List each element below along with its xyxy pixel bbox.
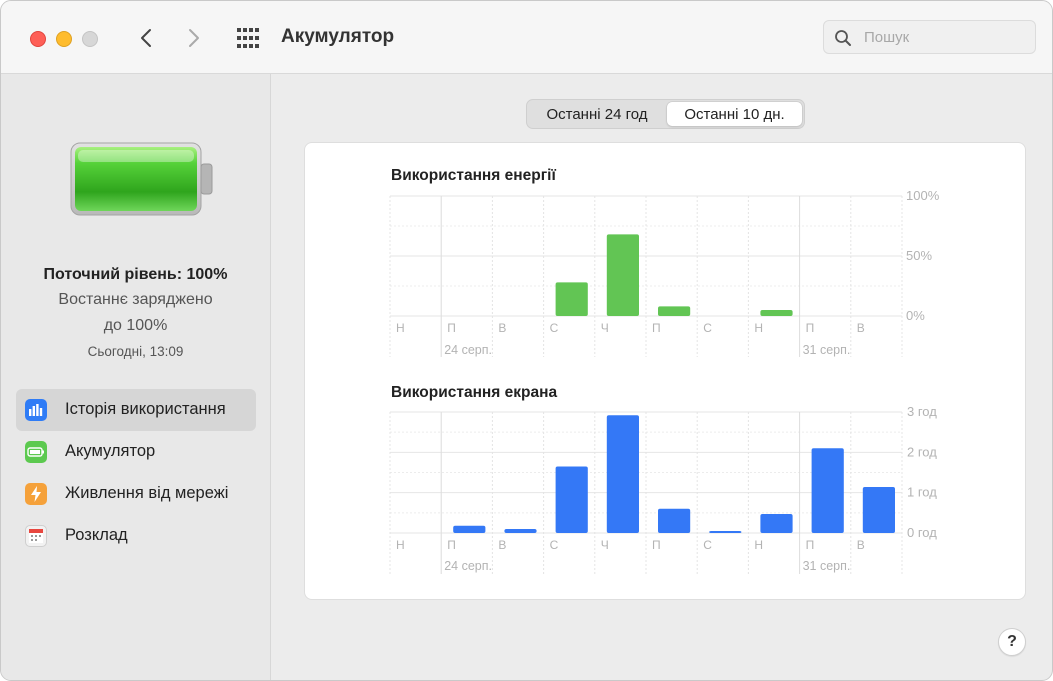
minimize-button[interactable] [56, 31, 72, 47]
last-charged-label: Востаннє заряджено [58, 291, 213, 308]
battery-icon [25, 441, 47, 463]
sidebar-item-label: Живлення від мережі [65, 484, 229, 502]
calendar-icon [25, 525, 47, 547]
title-bar: Акумулятор Пошук [1, 1, 1052, 74]
back-button[interactable] [131, 23, 161, 53]
sidebar-item-usage-history[interactable]: Історія використання [16, 389, 256, 431]
last-charged-value: до 100% [103, 317, 168, 334]
search-placeholder: Пошук [864, 29, 910, 46]
sidebar-item-label: Акумулятор [65, 442, 156, 460]
power-adapter-icon [25, 483, 47, 505]
window-title: Акумулятор [281, 26, 395, 47]
show-all-button[interactable] [233, 25, 263, 51]
segment-last-10-days[interactable]: Останні 10 дн. [667, 102, 802, 126]
sidebar-item-label: Історія використання [65, 400, 226, 418]
sidebar: Поточний рівень: 100% Востаннє заряджено… [1, 74, 271, 680]
search-icon [835, 30, 851, 46]
grid-icon [237, 28, 259, 48]
usage-history-icon [25, 399, 47, 421]
screen-chart-title: Використання екрана [391, 384, 558, 401]
chevron-right-icon [189, 29, 199, 47]
energy-chart-title: Використання енергії [391, 167, 556, 184]
last-charged-time: Сьогодні, 13:09 [87, 344, 184, 359]
help-button[interactable]: ? [998, 628, 1026, 656]
battery-full-icon [70, 142, 213, 216]
current-level-label: Поточний рівень: 100% [43, 266, 228, 283]
search-field[interactable]: Пошук [823, 20, 1036, 54]
segment-last-24-hours[interactable]: Останні 24 год [529, 102, 665, 126]
sidebar-item-power-adapter[interactable]: Живлення від мережі [16, 473, 256, 515]
sidebar-item-label: Розклад [65, 526, 128, 544]
time-range-segmented-control: Останні 24 год Останні 10 дн. [526, 99, 805, 129]
forward-button[interactable] [179, 23, 209, 53]
window: Акумулятор Пошук Поточний рівень: 100% В… [0, 0, 1053, 681]
sidebar-item-schedule[interactable]: Розклад [16, 515, 256, 557]
sidebar-item-battery[interactable]: Акумулятор [16, 431, 256, 473]
close-button[interactable] [30, 31, 46, 47]
charts-panel [304, 142, 1026, 600]
zoom-button[interactable] [82, 31, 98, 47]
chevron-left-icon [141, 29, 151, 47]
